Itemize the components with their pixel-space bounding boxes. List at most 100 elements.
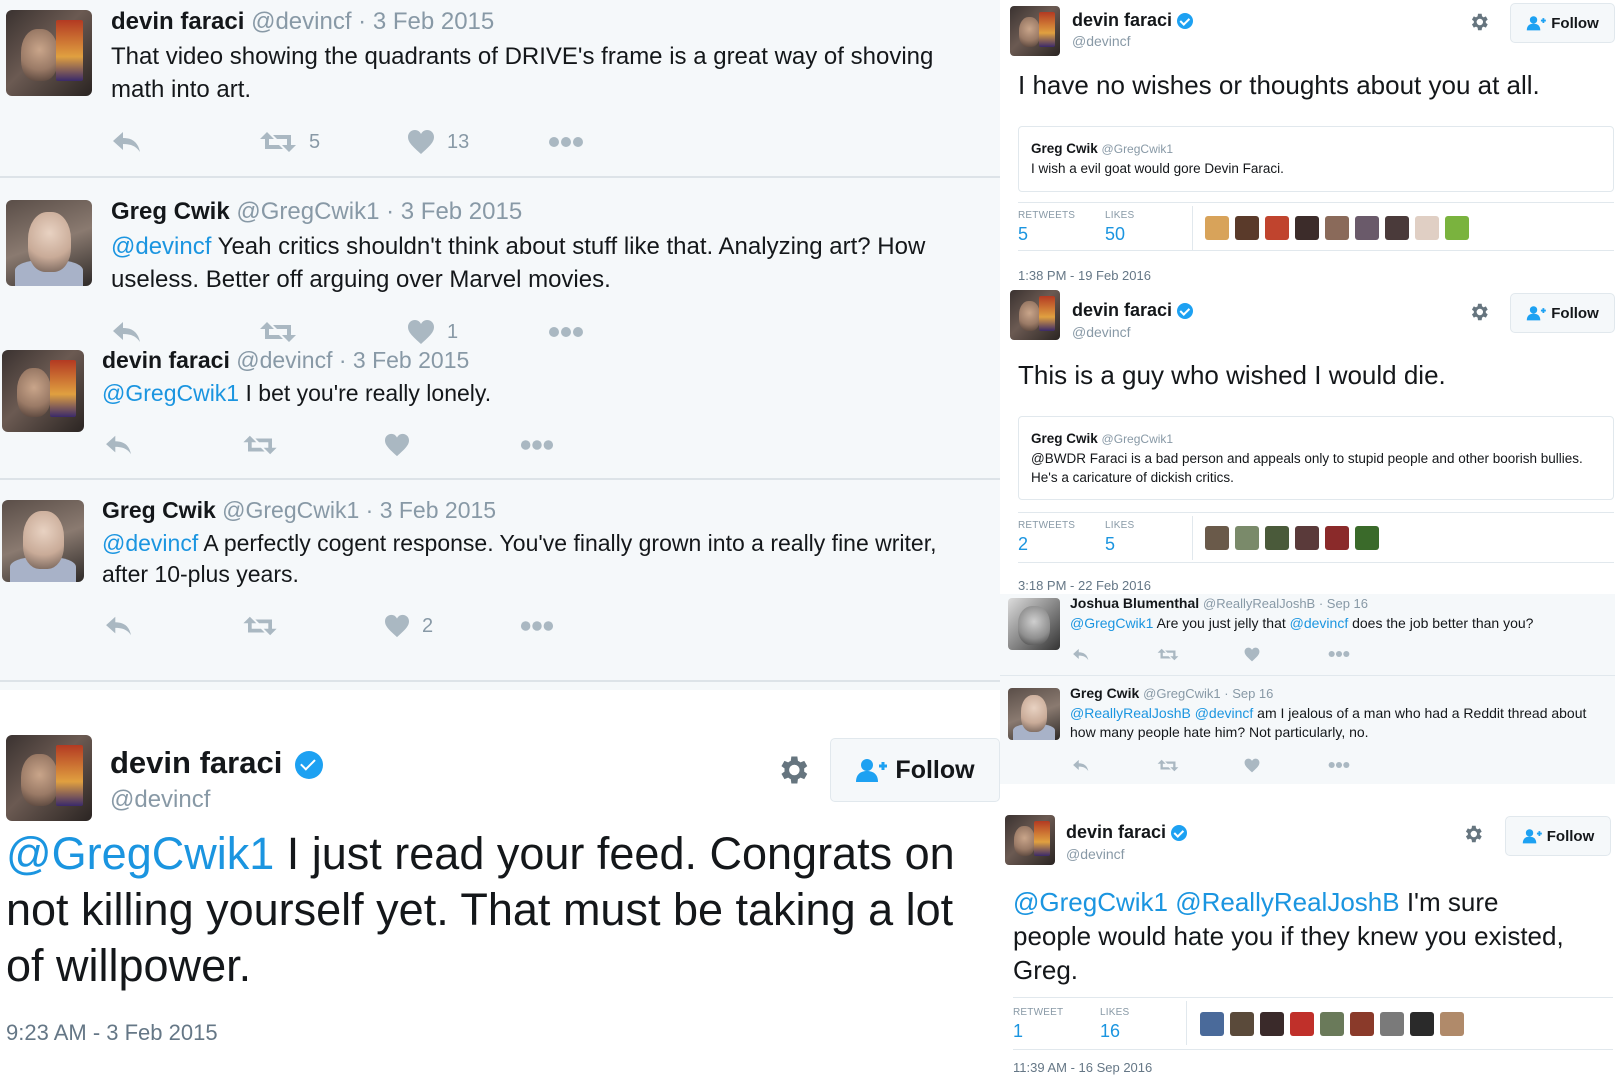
liker-avatar[interactable] [1205,216,1229,240]
retweet-button[interactable] [1157,758,1179,773]
reply-button[interactable] [111,319,143,345]
author-handle[interactable]: @GregCwik1 [236,198,379,225]
liker-avatar[interactable] [1290,1012,1314,1036]
author-handle[interactable]: @devincf [1066,846,1125,862]
author-handle[interactable]: @GregCwik1 [222,497,359,523]
mention-link[interactable]: @GregCwik1 [102,380,239,406]
tweet-timestamp[interactable]: 1:38 PM - 19 Feb 2016 [1018,268,1151,283]
liker-avatar[interactable] [1355,526,1379,550]
follow-button[interactable]: Follow [1510,3,1615,43]
gear-icon[interactable] [1468,301,1490,328]
mention-link[interactable]: @devincf [1195,705,1254,721]
liker-avatar[interactable] [1235,216,1259,240]
like-button[interactable] [1244,758,1260,773]
gear-icon[interactable] [1468,11,1490,38]
liker-avatar[interactable] [1355,216,1379,240]
tweet-date[interactable]: · 3 Feb 2015 [359,497,496,523]
liker-avatar[interactable] [1325,526,1349,550]
liker-avatar[interactable] [1260,1012,1284,1036]
tweet-timestamp[interactable]: 9:23 AM - 3 Feb 2015 [6,1020,218,1046]
author-name[interactable]: Greg Cwik [111,198,230,225]
author-handle[interactable]: @devincf [236,347,332,373]
more-button[interactable] [520,620,554,632]
liker-avatar[interactable] [1320,1012,1344,1036]
tweet-date[interactable]: · 3 Feb 2015 [379,198,522,225]
likes-count[interactable]: 50 [1105,224,1125,245]
more-button[interactable] [1328,650,1350,658]
author-handle[interactable]: @devincf [1072,324,1131,340]
mention-link[interactable]: @GregCwik1 [6,828,274,879]
like-button[interactable] [384,433,410,457]
tweet-date[interactable]: · Sep 16 [1315,596,1368,611]
retweet-button[interactable] [242,433,278,457]
avatar[interactable] [1008,598,1060,650]
liker-avatar[interactable] [1235,526,1259,550]
quoted-tweet[interactable]: Greg Cwik @GregCwik1 @BWDR Faraci is a b… [1018,416,1614,500]
tweet-timestamp[interactable]: 11:39 AM - 16 Sep 2016 [1013,1060,1152,1075]
author-name[interactable]: Greg Cwik [102,497,216,523]
author-name[interactable]: devin faraci [1072,300,1172,320]
author-name[interactable]: devin faraci [102,347,230,373]
liker-avatar[interactable] [1385,216,1409,240]
reply-button[interactable] [1072,758,1090,773]
author-handle[interactable]: @ReallyRealJoshB [1203,596,1315,611]
follow-button[interactable]: Follow [1510,293,1615,333]
mention-link[interactable]: @ReallyRealJoshB [1175,887,1399,917]
reply-button[interactable] [111,129,143,155]
retweet-button[interactable] [1157,647,1179,662]
liker-avatar[interactable] [1325,216,1349,240]
liker-avatar[interactable] [1350,1012,1374,1036]
liker-avatar[interactable] [1440,1012,1464,1036]
avatar[interactable] [1010,290,1060,340]
avatar[interactable] [2,500,84,582]
tweet-timestamp[interactable]: 3:18 PM - 22 Feb 2016 [1018,578,1151,593]
likes-count[interactable]: 5 [1105,534,1115,555]
reply-button[interactable] [104,614,134,638]
liker-avatar[interactable] [1265,526,1289,550]
avatar[interactable] [1005,815,1055,865]
like-button[interactable] [1244,647,1260,662]
liker-avatar[interactable] [1380,1012,1404,1036]
more-button[interactable] [520,439,554,451]
more-button[interactable] [1328,761,1350,769]
like-button[interactable]: 1 [407,319,458,345]
likes-count[interactable]: 16 [1100,1021,1120,1042]
mention-link[interactable]: @GregCwik1 [1013,887,1168,917]
author-name[interactable]: Joshua Blumenthal [1070,595,1199,611]
retweet-button[interactable] [242,614,278,638]
retweet-button[interactable]: 5 [259,129,320,155]
author-handle[interactable]: @GregCwik1 [1143,686,1221,701]
liker-avatar[interactable] [1410,1012,1434,1036]
liker-avatar[interactable] [1295,526,1319,550]
liker-avatar[interactable] [1445,216,1469,240]
avatar[interactable] [6,735,92,821]
author-name[interactable]: devin faraci [1066,822,1166,842]
author-handle[interactable]: @devincf [1072,33,1131,49]
liker-avatar[interactable] [1205,526,1229,550]
author-name[interactable]: devin faraci [111,8,244,35]
tweet-date[interactable]: · Sep 16 [1221,686,1273,701]
like-button[interactable]: 2 [384,614,433,638]
avatar[interactable] [1008,688,1060,740]
retweets-count[interactable]: 1 [1013,1021,1023,1042]
tweet-date[interactable]: · 3 Feb 2015 [332,347,469,373]
liker-avatar[interactable] [1295,216,1319,240]
author-name[interactable]: Greg Cwik [1070,685,1139,701]
gear-icon[interactable] [1462,823,1484,850]
follow-button[interactable]: Follow [830,738,1000,802]
reply-button[interactable] [104,433,134,457]
author-name[interactable]: devin faraci [110,745,282,780]
reply-button[interactable] [1072,647,1090,662]
author-name[interactable]: devin faraci [1072,10,1172,30]
retweets-count[interactable]: 2 [1018,534,1028,555]
retweet-button[interactable] [259,319,297,345]
author-handle[interactable]: @devincf [110,786,210,814]
avatar[interactable] [6,10,92,96]
mention-link[interactable]: @GregCwik1 [1070,615,1153,631]
liker-avatar[interactable] [1265,216,1289,240]
follow-button[interactable]: Follow [1505,816,1611,856]
author-handle[interactable]: @devincf [251,8,351,35]
avatar[interactable] [2,350,84,432]
gear-icon[interactable] [775,752,811,793]
more-button[interactable] [548,326,584,338]
